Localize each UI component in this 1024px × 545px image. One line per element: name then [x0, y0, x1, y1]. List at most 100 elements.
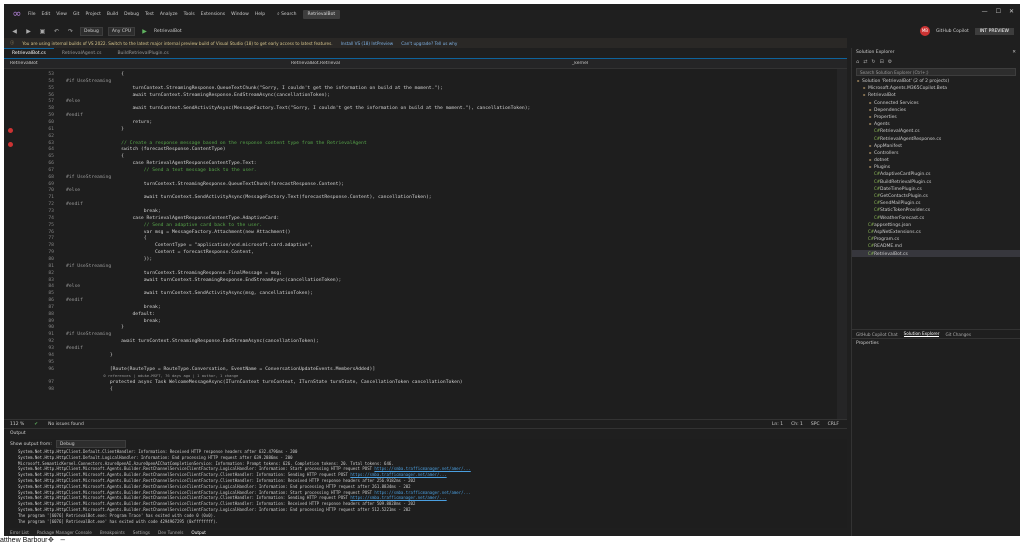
menu-item-help[interactable]: Help	[255, 12, 265, 17]
platform-select[interactable]: Any CPU	[107, 26, 135, 36]
tree-item[interactable]: ▸ Connected Services	[852, 99, 1020, 106]
close-icon[interactable]: ✕	[1009, 8, 1014, 15]
tree-item[interactable]: C#GetContactsPlugin.cs	[852, 192, 1020, 199]
side-tab-solution-explorer[interactable]: Solution Explorer	[903, 331, 940, 337]
bottom-tab-error-list[interactable]: Error List	[10, 530, 29, 535]
bottom-tab-package-manager-console[interactable]: Package Manager Console	[37, 530, 92, 535]
home-icon[interactable]: ⌂	[856, 59, 859, 65]
line-endings[interactable]: CRLF	[828, 422, 839, 427]
tree-item[interactable]: ▸ Microsoft.Agents.M365Copilot.Beta	[852, 84, 1020, 91]
issues-status[interactable]: No issues found	[48, 422, 84, 427]
nav-class-dropdown[interactable]: RetrievalBot.Retrieval	[285, 61, 566, 66]
output-line-url[interactable]: https://smba.trafficmanager.net/amer/...	[350, 495, 446, 500]
back-icon[interactable]: ◀	[10, 27, 19, 36]
tree-item[interactable]: C#StaticTokenProvider.cs	[852, 206, 1020, 213]
menu-item-edit[interactable]: Edit	[42, 12, 51, 17]
zoom-level[interactable]: 112 %	[10, 422, 24, 427]
move-icon[interactable]: ✥	[48, 536, 54, 545]
collapse-icon[interactable]: ⊟	[880, 59, 884, 65]
whitespace-mode[interactable]: SPC	[811, 422, 820, 427]
redo-icon[interactable]: ↷	[66, 27, 75, 36]
output-line-text: System.Net.Http.HttpClient.Microsoft.Age…	[18, 472, 351, 478]
line-number: 75	[48, 222, 54, 228]
minimize-icon[interactable]: —	[982, 8, 988, 15]
tree-item[interactable]: C#RetrievalBot.cs	[852, 249, 1020, 257]
tab-retrievalbot-cs[interactable]: RetrievalBot.cs	[4, 48, 54, 58]
bottom-tab-output[interactable]: Output	[191, 530, 206, 535]
sync-icon[interactable]: ⇄	[863, 59, 867, 65]
tree-item[interactable]: C#AspNetExtensions.cs	[852, 228, 1020, 235]
tab-buildretrievalplugin-cs[interactable]: BuildRetrievalPlugin.cs	[109, 49, 176, 58]
refresh-icon[interactable]: ↻	[871, 59, 875, 65]
tree-item[interactable]: C#WeatherForecast.cs	[852, 214, 1020, 221]
tree-item[interactable]: C#RetrievalAgentResponse.cs	[852, 135, 1020, 142]
output-line-url[interactable]: https://smba.trafficmanager.net/amer/...	[374, 466, 470, 471]
tree-item[interactable]: ▸ Dependencies	[852, 106, 1020, 113]
undo-icon[interactable]: ↶	[52, 27, 61, 36]
configuration-select[interactable]: Debug	[80, 26, 103, 36]
output-line-url[interactable]: https://smba.trafficmanager.net/amer/...	[350, 472, 446, 477]
nav-project-dropdown[interactable]: RetrievalBot	[4, 61, 285, 66]
cant-upgrade-link[interactable]: Can't upgrade? Tell us why	[401, 41, 457, 46]
menu-item-build[interactable]: Build	[107, 12, 118, 17]
tree-item[interactable]: ▸ Agents	[852, 120, 1020, 127]
side-tab-github-copilot-chat[interactable]: GitHub Copilot Chat	[856, 332, 898, 337]
menu-item-tools[interactable]: Tools	[184, 12, 195, 17]
bottom-tab-dev-tunnels[interactable]: Dev Tunnels	[158, 530, 183, 535]
tab-retrievalagent-cs[interactable]: RetrievalAgent.cs	[54, 49, 110, 58]
tree-item[interactable]: ▸ RetrievalBot	[852, 91, 1020, 98]
bottom-tab-settings[interactable]: Settings	[133, 530, 150, 535]
output-source-select[interactable]: Debug	[55, 440, 126, 448]
forward-icon[interactable]: ▶	[24, 27, 33, 36]
tree-item[interactable]: C#BuildRetrievalPlugin.cs	[852, 178, 1020, 185]
code-line: 86 #endif	[4, 298, 847, 305]
output-text[interactable]: System.Net.Http.HttpClient.Default.Clien…	[4, 449, 847, 524]
tree-item[interactable]: C#README.md	[852, 242, 1020, 249]
nav-member-dropdown[interactable]: _kernel	[566, 61, 847, 66]
tree-item[interactable]: C#SendMailPlugin.cs	[852, 199, 1020, 206]
tree-item[interactable]: ▸ Solution 'RetrievalBot' (2 of 2 project…	[852, 77, 1020, 84]
side-tab-git-changes[interactable]: Git Changes	[945, 332, 971, 337]
minus-icon[interactable]: −	[60, 536, 66, 545]
pin-icon[interactable]: ✕	[1012, 48, 1016, 57]
bottom-tab-breakpoints[interactable]: Breakpoints	[100, 530, 125, 535]
breakpoint-icon[interactable]	[8, 127, 13, 133]
menu-item-file[interactable]: File	[28, 12, 36, 17]
output-line-text: System.Net.Http.HttpClient.Microsoft.Age…	[18, 483, 411, 489]
tree-item[interactable]: ▸ Controllers	[852, 149, 1020, 156]
tree-item[interactable]: C#appsettings.json	[852, 221, 1020, 228]
install-preview-link[interactable]: Install VS (18) IntPreview	[341, 41, 394, 46]
github-copilot-button[interactable]: GitHub Copilot	[936, 29, 969, 34]
search-box[interactable]: ⌕ Search	[277, 11, 296, 18]
int-preview-badge[interactable]: INT PREVIEW	[974, 27, 1014, 35]
save-icon[interactable]: ▣	[38, 27, 47, 36]
code-editor[interactable]: 53 {54 #if UseStreaming 55 turnContext.Str…	[4, 69, 847, 419]
solution-search-input[interactable]: Search Solution Explorer (Ctrl+;)	[856, 68, 1016, 76]
output-line-url[interactable]: https://smba.trafficmanager.net/amer/...	[374, 490, 470, 495]
menu-item-extensions[interactable]: Extensions	[201, 12, 225, 17]
maximize-icon[interactable]: ☐	[996, 8, 1001, 15]
menu-item-view[interactable]: View	[56, 12, 67, 17]
tree-item[interactable]: C#AdaptiveCardPlugin.cs	[852, 170, 1020, 177]
menu-item-test[interactable]: Test	[145, 12, 154, 17]
tree-item[interactable]: ▸ Plugins	[852, 163, 1020, 170]
menu-item-analyze[interactable]: Analyze	[160, 12, 178, 17]
run-target[interactable]: RetrievalBot	[154, 29, 182, 34]
tree-item[interactable]: ▸ Properties	[852, 113, 1020, 120]
menu-item-git[interactable]: Git	[73, 12, 80, 17]
line-number: 80	[48, 256, 54, 262]
code-text: // Send an adaptive card back to the use…	[76, 222, 263, 228]
breakpoint-icon[interactable]	[8, 141, 13, 147]
menu-item-project[interactable]: Project	[85, 12, 100, 17]
settings-icon[interactable]: ⚙	[888, 59, 892, 65]
tree-item[interactable]: C#RetrievalAgent.cs	[852, 127, 1020, 134]
code-line: 56 await turnContext.StreamingResponse.E…	[4, 93, 847, 100]
tree-item[interactable]: C#Program.cs	[852, 235, 1020, 242]
menu-item-window[interactable]: Window	[231, 12, 249, 17]
menu-item-debug[interactable]: Debug	[124, 12, 139, 17]
tree-item[interactable]: C#DateTimePlugin.cs	[852, 185, 1020, 192]
tree-item[interactable]: ▸ AppManifest	[852, 142, 1020, 149]
run-icon[interactable]: ▶	[140, 27, 149, 36]
tree-item[interactable]: ▸ dotnet	[852, 156, 1020, 163]
avatar[interactable]: MB	[919, 26, 930, 36]
